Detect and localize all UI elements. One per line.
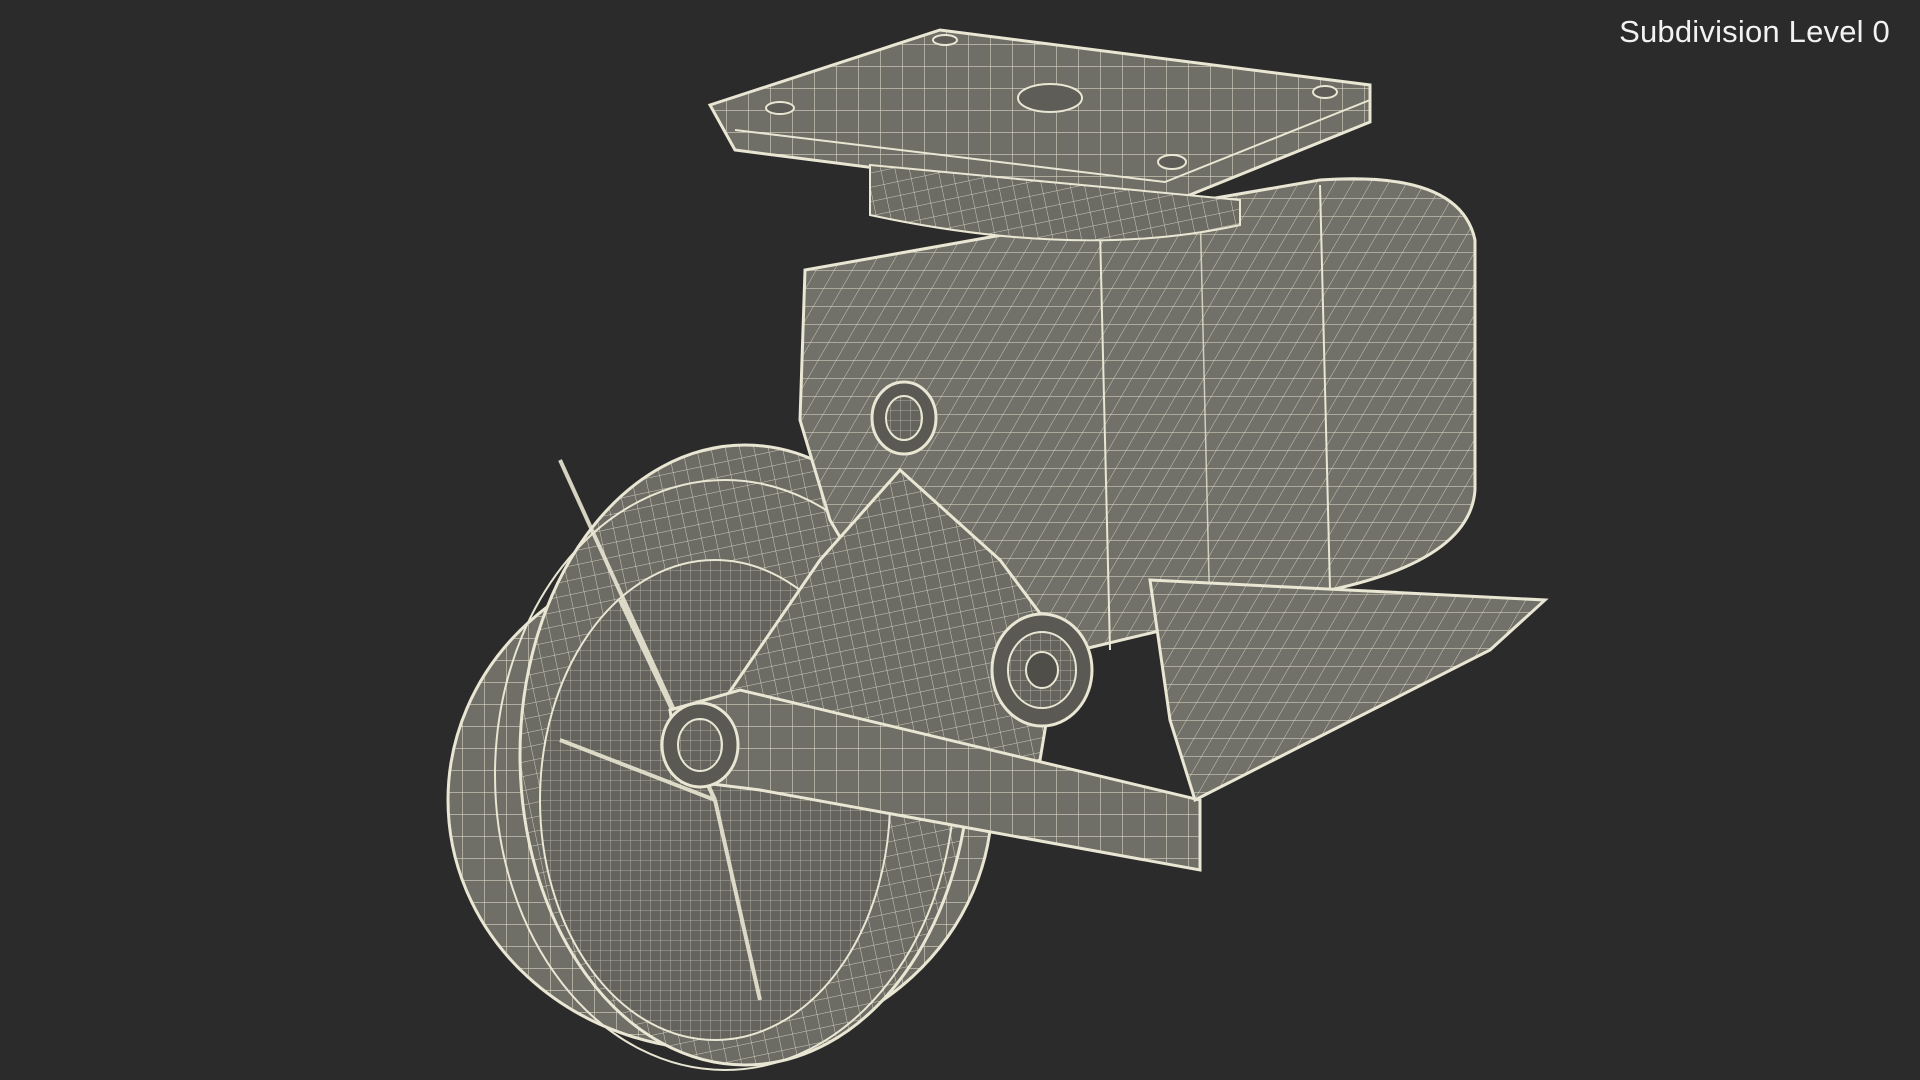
pivot-bolt-upper: [870, 380, 938, 456]
caster-wheel-wireframe-render: [446, 28, 1549, 1071]
lever-bolt: [660, 701, 740, 789]
3d-viewport[interactable]: Subdivision Level 0: [0, 0, 1920, 1080]
axle-bolt-large: [990, 612, 1094, 728]
subdivision-level-label: Subdivision Level 0: [1619, 14, 1890, 49]
